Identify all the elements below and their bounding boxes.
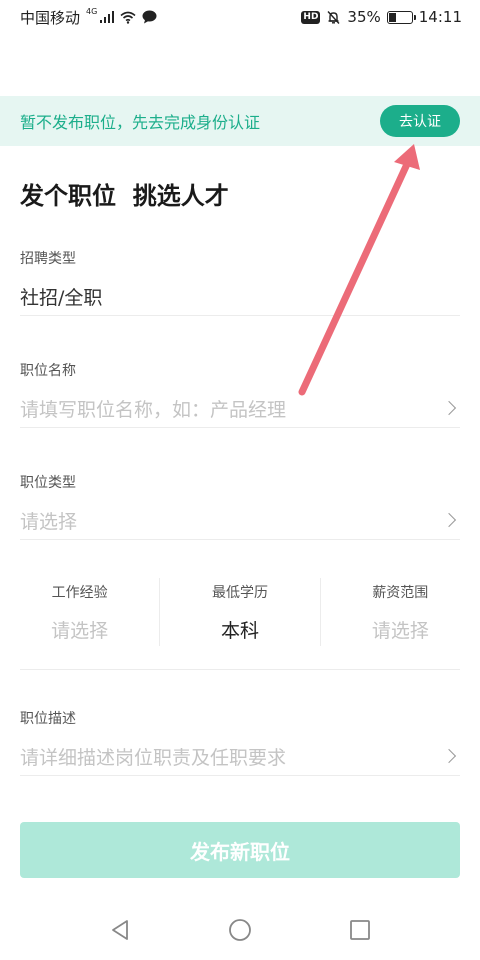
recents-square-icon (350, 920, 370, 940)
job-desc-placeholder: 请详细描述岗位职责及任职要求 (20, 746, 287, 769)
nav-back-button[interactable] (100, 910, 140, 950)
chat-icon (142, 10, 157, 24)
recruit-type-field[interactable]: 招聘类型 社招/全职 (20, 248, 460, 316)
hd-icon: HD (301, 10, 321, 24)
clock: 14:11 (418, 8, 462, 26)
job-desc-label: 职位描述 (20, 711, 76, 727)
publish-job-button[interactable]: 发布新职位 (20, 822, 460, 878)
nav-home-button[interactable] (220, 910, 260, 950)
system-nav-bar (0, 900, 480, 960)
carrier-name: 中国移动 (20, 8, 81, 27)
chevron-right-icon (441, 512, 457, 528)
battery-icon (386, 10, 416, 24)
job-name-input[interactable]: 请填写职位名称，如：产品经理 (20, 394, 460, 422)
job-type-placeholder: 请选择 (20, 510, 78, 533)
wifi-icon (120, 11, 136, 24)
salary-label: 薪资范围 (372, 585, 429, 601)
job-type-label: 职位类型 (20, 475, 76, 491)
job-type-select[interactable]: 请选择 (20, 506, 460, 534)
experience-value: 请选择 (51, 620, 109, 642)
verify-button[interactable]: 去认证 (380, 105, 460, 137)
job-name-field[interactable]: 职位名称 请填写职位名称，如：产品经理 (20, 360, 460, 428)
nav-recents-button[interactable] (340, 910, 380, 950)
mute-bell-icon (327, 10, 340, 24)
home-circle-icon (229, 919, 251, 941)
job-name-placeholder: 请填写职位名称，如：产品经理 (20, 398, 287, 421)
job-name-label: 职位名称 (20, 363, 76, 379)
salary-picker[interactable]: 薪资范围 请选择 (319, 578, 480, 646)
education-picker[interactable]: 最低学历 本科 (159, 578, 319, 646)
job-type-field[interactable]: 职位类型 请选择 (20, 472, 460, 540)
requirements-row: 工作经验 请选择 最低学历 本科 薪资范围 请选择 (0, 578, 480, 670)
job-desc-input[interactable]: 请详细描述岗位职责及任职要求 (20, 742, 460, 770)
back-triangle-icon (112, 920, 128, 940)
battery-fill (388, 12, 397, 22)
experience-label: 工作经验 (51, 585, 108, 601)
recruit-type-value-row: 社招/全职 (20, 282, 460, 310)
job-desc-field[interactable]: 职位描述 请详细描述岗位职责及任职要求 (20, 708, 460, 776)
status-left: 中国移动 4G (20, 7, 157, 28)
experience-picker[interactable]: 工作经验 请选择 (0, 578, 159, 670)
chevron-right-icon (441, 748, 457, 764)
verify-banner: 暂不发布职位，先去完成身份认证 去认证 (0, 96, 480, 146)
status-right: HD 35% 14:11 (301, 8, 462, 26)
page-title: 发个职位 挑选人才 (20, 182, 229, 210)
salary-value: 请选择 (371, 620, 429, 642)
divider (20, 669, 460, 670)
verify-banner-text: 暂不发布职位，先去完成身份认证 (20, 113, 261, 132)
recruit-type-label: 招聘类型 (20, 251, 76, 267)
recruit-type-value: 社招/全职 (20, 286, 103, 309)
education-label: 最低学历 (211, 585, 268, 601)
chevron-right-icon (441, 400, 457, 416)
status-bar: 中国移动 4G HD 35% 14:11 (0, 0, 480, 34)
battery-percent: 35% (347, 8, 381, 26)
signal-icon (100, 11, 115, 23)
network-type: 4G (86, 6, 98, 16)
education-value: 本科 (220, 620, 259, 642)
